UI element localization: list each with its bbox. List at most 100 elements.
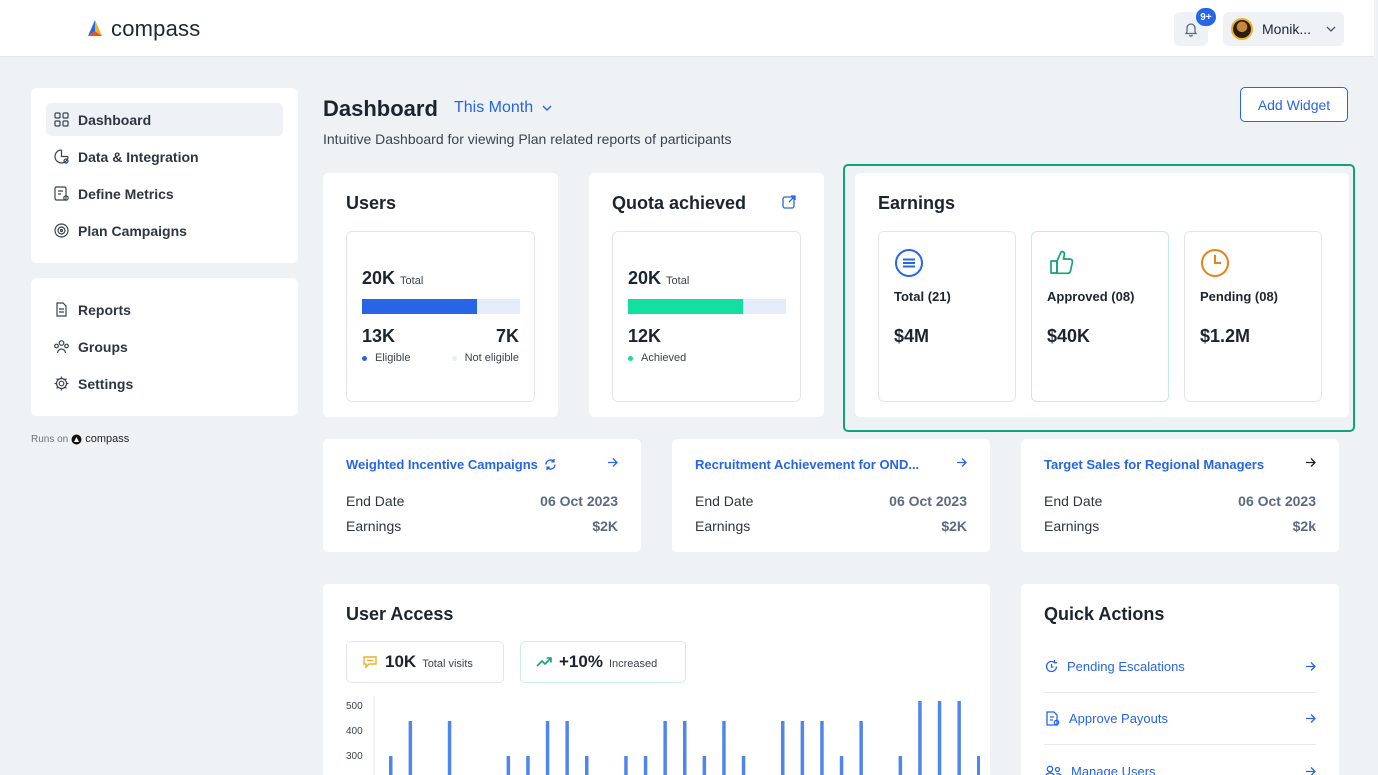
dashboard-icon: [54, 112, 69, 127]
chart-bar: [820, 721, 824, 775]
quick-action-pending-escalations[interactable]: Pending Escalations: [1044, 641, 1316, 693]
chevron-down-icon: [542, 105, 552, 111]
quota-progress-bar: [628, 299, 786, 314]
earnings-value: $2K: [592, 518, 618, 534]
user-name: Monik...: [1262, 21, 1312, 37]
increase-pill: +10% Increased: [520, 641, 686, 683]
campaign-title[interactable]: Weighted Incentive Campaigns: [346, 457, 557, 472]
target-icon: [54, 223, 69, 238]
user-access-title: User Access: [346, 604, 454, 624]
metrics-icon: [54, 186, 69, 201]
quick-action-label: Manage Users: [1071, 763, 1156, 775]
chart-y-tick-label: 300: [346, 751, 363, 762]
users-summary: 20K Total 13K 7K Eligible Not eligible: [346, 231, 535, 402]
sidebar-item-data-integration[interactable]: Data & Integration: [46, 140, 283, 173]
runs-on-brand: compass: [85, 433, 130, 445]
sidebar-item-groups[interactable]: Groups: [46, 330, 283, 363]
quota-card-title: Quota achieved: [612, 193, 747, 213]
chart-bar: [545, 721, 550, 775]
page-subtitle: Intuitive Dashboard for viewing Plan rel…: [323, 131, 732, 147]
end-date-value: 06 Oct 2023: [540, 493, 618, 509]
chart-bar: [702, 756, 707, 775]
chart-bar: [781, 721, 785, 775]
compass-mini-logo-icon: [71, 434, 82, 444]
sidebar-item-settings[interactable]: Settings: [46, 367, 283, 400]
legend-dot: [451, 355, 457, 361]
chart-bar: [800, 721, 805, 775]
quota-card: Quota achieved 20K Total 12K Achieved: [589, 173, 824, 417]
users-card: Users 20K Total 13K 7K Eligible Not elig…: [323, 173, 558, 417]
open-external-icon[interactable]: [781, 194, 797, 210]
trending-up-icon: [536, 657, 552, 667]
sidebar-item-dashboard[interactable]: Dashboard: [46, 103, 283, 136]
quick-actions-card: Quick Actions Pending Escalations Approv…: [1021, 584, 1339, 775]
chart-bar: [643, 756, 648, 775]
earnings-pending-label: Pending (08): [1200, 289, 1279, 304]
arrow-right-icon[interactable]: [607, 457, 618, 468]
quota-achieved-value: 12K: [628, 326, 662, 346]
add-widget-button[interactable]: Add Widget: [1240, 87, 1348, 122]
legend-eligible: Eligible: [362, 352, 410, 364]
chart-bar: [918, 701, 922, 775]
avatar: [1231, 18, 1253, 40]
gear-icon: [54, 376, 69, 391]
chart-bar: [663, 721, 667, 775]
campaign-title[interactable]: Target Sales for Regional Managers: [1044, 457, 1264, 472]
arrow-right-icon[interactable]: [956, 457, 967, 468]
campaign-title-text: Recruitment Achievement for OND...: [695, 457, 920, 472]
chart-bar: [585, 756, 589, 775]
sidebar-item-label: Plan Campaigns: [78, 222, 187, 239]
app-logo[interactable]: compass: [84, 16, 200, 42]
sidebar-item-label: Define Metrics: [78, 185, 174, 202]
notification-badge: 9+: [1196, 8, 1216, 26]
earnings-approved-value: $40K: [1047, 326, 1091, 346]
sidebar-item-plan-campaigns[interactable]: Plan Campaigns: [46, 214, 283, 247]
sidebar-secondary-nav: Reports Groups Settings: [31, 278, 298, 416]
quick-action-label: Approve Payouts: [1069, 711, 1169, 726]
chart-bar: [898, 756, 903, 775]
app-name: compass: [111, 16, 201, 41]
campaign-card[interactable]: Target Sales for Regional Managers End D…: [1021, 439, 1339, 552]
bell-icon: [1184, 23, 1198, 37]
end-date-label: End Date: [695, 493, 754, 509]
quota-summary: 20K Total 12K Achieved: [612, 231, 801, 402]
manage-users-icon: [1045, 765, 1063, 775]
chart-bar: [839, 756, 844, 775]
end-date-label: End Date: [346, 493, 405, 509]
earnings-value: $2k: [1292, 518, 1316, 534]
quick-action-approve-payouts[interactable]: Approve Payouts: [1044, 693, 1316, 745]
sidebar-item-label: Reports: [78, 301, 131, 318]
quick-action-manage-users[interactable]: Manage Users: [1044, 745, 1316, 775]
chart-y-tick-label: 500: [346, 701, 363, 712]
period-selector[interactable]: This Month: [454, 99, 552, 117]
users-card-title: Users: [346, 193, 397, 213]
campaign-card[interactable]: Recruitment Achievement for OND... End D…: [672, 439, 990, 552]
arrow-right-icon[interactable]: [1305, 457, 1316, 468]
earnings-label: Earnings: [346, 518, 402, 534]
total-visits-pill: 10K Total visits: [346, 641, 504, 683]
sidebar-item-label: Dashboard: [78, 111, 152, 128]
chart-bar: [957, 701, 961, 775]
total-visits-value: 10K: [385, 652, 417, 671]
user-menu[interactable]: Monik...: [1223, 12, 1344, 46]
escalation-icon: [1045, 660, 1058, 673]
arrow-right-icon: [1306, 714, 1316, 723]
legend-dot: [628, 355, 633, 361]
page-title: Dashboard: [323, 96, 438, 121]
document-icon: [56, 302, 67, 317]
sidebar-item-define-metrics[interactable]: Define Metrics: [46, 177, 283, 210]
campaign-title[interactable]: Recruitment Achievement for OND...: [695, 457, 919, 472]
campaign-card[interactable]: Weighted Incentive Campaigns End Date 06…: [323, 439, 641, 552]
earnings-label: Earnings: [1044, 518, 1100, 534]
chart-y-tick-label: 400: [346, 726, 363, 737]
earnings-pending-value: $1.2M: [1200, 326, 1251, 346]
campaign-title-text: Weighted Incentive Campaigns: [346, 457, 538, 472]
earnings-label: Earnings: [695, 518, 751, 534]
chart-bar: [526, 756, 530, 775]
arrow-right-icon: [1306, 766, 1316, 775]
quick-actions-title: Quick Actions: [1044, 604, 1165, 624]
earnings-approved-box: Approved (08) $40K: [1031, 231, 1169, 402]
sidebar-item-reports[interactable]: Reports: [46, 293, 283, 326]
users-not-eligible-value: 7K: [495, 326, 519, 346]
earnings-total-value: $4M: [894, 326, 930, 346]
